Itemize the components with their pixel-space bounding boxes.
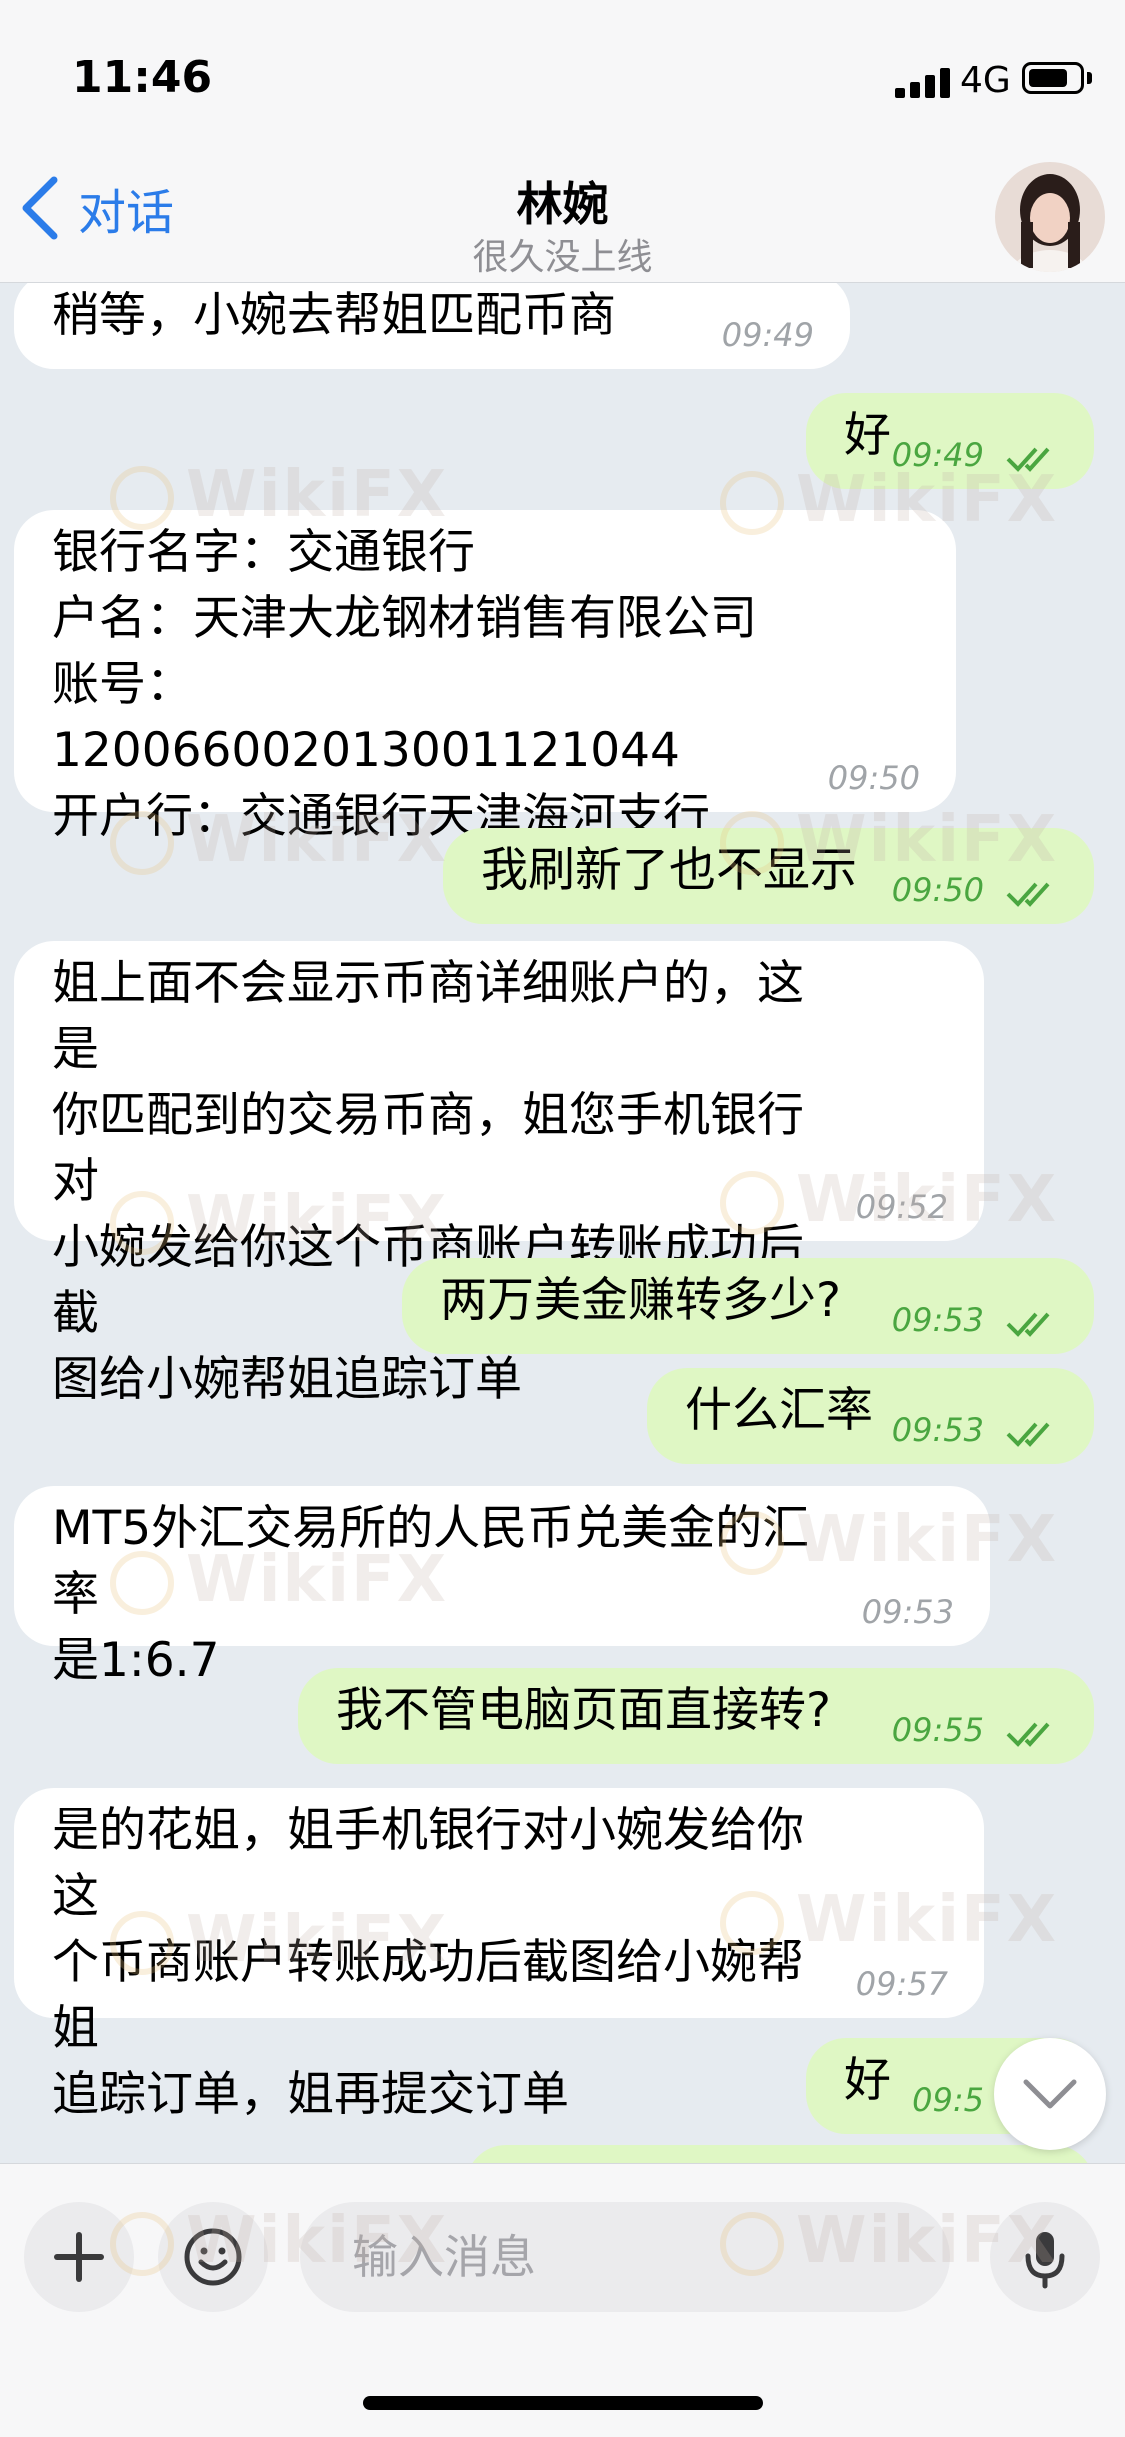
watermark: WikiFX <box>110 1903 448 1977</box>
status-time: 11:46 <box>72 52 213 103</box>
contact-avatar[interactable] <box>995 162 1105 272</box>
chat-header: 对话 林婉 很久没上线 <box>0 140 1125 283</box>
watermark: WikiFX <box>720 463 1058 537</box>
message-text: 什么汇率 <box>685 1383 873 1438</box>
message-bubble-outgoing[interactable]: 什么汇率 09:53 <box>647 1368 1094 1464</box>
message-bubble-outgoing[interactable]: 两万美金赚转多少? 09:53 <box>402 1258 1094 1354</box>
message-text: 好 <box>844 408 891 463</box>
message-time: 09:50 <box>891 871 984 909</box>
double-check-icon <box>1006 1722 1050 1747</box>
message-text: 稍等，小婉去帮姐匹配币商 <box>52 288 616 343</box>
contact-status: 很久没上线 <box>472 237 653 278</box>
message-time: 09:53 <box>891 1301 984 1339</box>
status-bar: 11:46 4G <box>0 0 1125 140</box>
message-text: 我不管电脑页面直接转? <box>336 1683 831 1738</box>
watermark: WikiFX <box>720 2204 1058 2278</box>
message-time: 09:53 <box>891 1411 984 1449</box>
chevron-down-icon <box>1023 2079 1077 2109</box>
watermark: WikiFX <box>110 2204 448 2278</box>
avatar-photo <box>995 162 1105 272</box>
watermark: WikiFX <box>720 1883 1058 1957</box>
watermark: WikiFX <box>720 1503 1058 1577</box>
watermark: WikiFX <box>110 458 448 532</box>
message-text: 银行名字：交通银行 户名：天津大龙钢材销售有限公司 账号：12006600201… <box>52 525 757 844</box>
message-time: 09:5 <box>912 2081 984 2119</box>
message-time: 09:53 <box>861 1593 954 1631</box>
double-check-icon <box>1006 882 1050 907</box>
watermark: WikiFX <box>110 803 448 877</box>
message-text: 好 <box>844 2053 891 2108</box>
double-check-icon <box>1006 1422 1050 1447</box>
message-time: 09:49 <box>721 316 814 354</box>
contact-name: 林婉 <box>516 177 609 231</box>
message-time: 09:50 <box>827 759 920 797</box>
double-check-icon <box>1006 1312 1050 1337</box>
message-time: 09:55 <box>891 1711 984 1749</box>
signal-icon <box>895 66 951 98</box>
message-time: 09:57 <box>855 1965 948 2003</box>
network-type: 4G <box>960 60 1011 101</box>
home-indicator <box>363 2396 763 2410</box>
message-bubble-incoming[interactable]: 稍等，小婉去帮姐匹配币商 09:49 <box>14 283 850 369</box>
watermark: WikiFX <box>720 803 1058 877</box>
battery-tip <box>1087 72 1092 84</box>
message-list[interactable]: 稍等，小婉去帮姐匹配币商 09:49 好 09:49 银行名字：交通银行 户名：… <box>0 283 1125 2163</box>
message-bubble-incoming[interactable]: 银行名字：交通银行 户名：天津大龙钢材销售有限公司 账号：12006600201… <box>14 510 956 844</box>
watermark: WikiFX <box>720 1163 1058 1237</box>
scroll-to-bottom-button[interactable] <box>994 2038 1106 2150</box>
message-text: 两万美金赚转多少? <box>440 1273 841 1328</box>
watermark: WikiFX <box>110 1183 448 1257</box>
battery-icon <box>1022 62 1084 94</box>
watermark: WikiFX <box>110 1543 448 1617</box>
message-bubble-outgoing-partial[interactable] <box>466 2145 1094 2163</box>
message-bubble-outgoing[interactable]: 我不管电脑页面直接转? 09:55 <box>298 1668 1094 1764</box>
